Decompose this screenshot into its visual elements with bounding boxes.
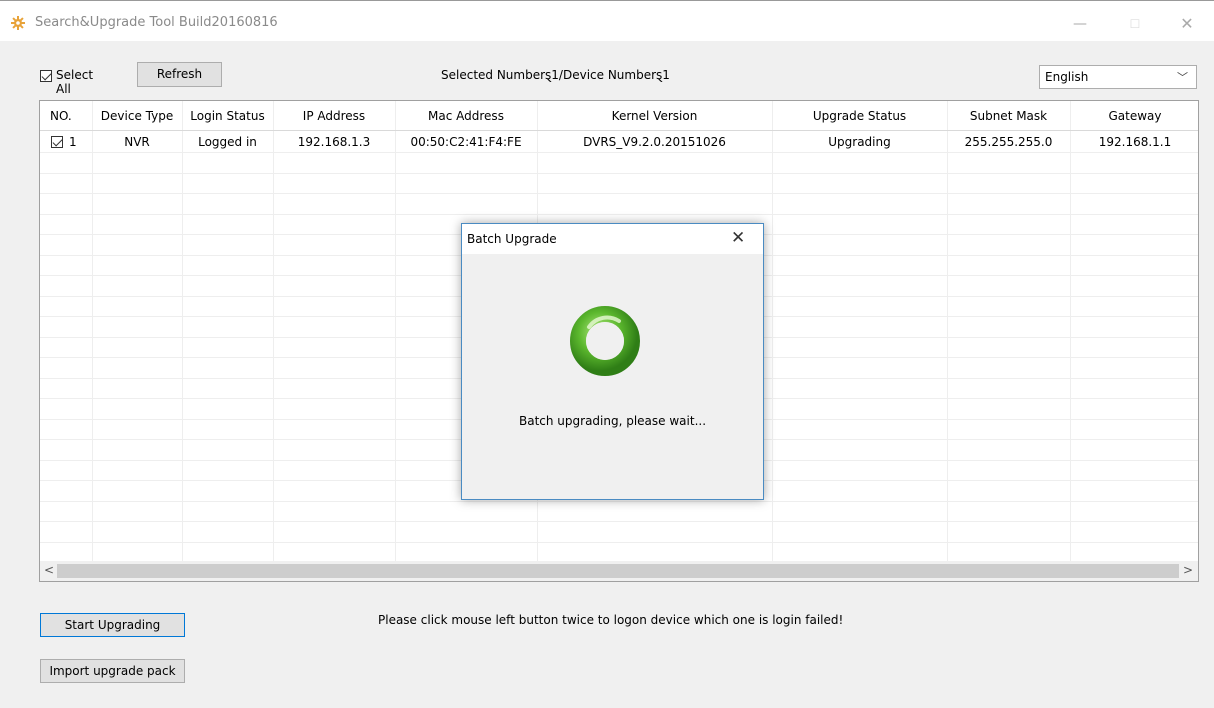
title-bar: Search&Upgrade Tool Build20160816 — ☐ ✕	[0, 0, 1214, 41]
loading-spinner-icon	[567, 303, 643, 379]
window-title: Search&Upgrade Tool Build20160816	[35, 15, 278, 30]
header-divider	[40, 130, 1198, 131]
import-upgrade-pack-button[interactable]: Import upgrade pack	[40, 659, 185, 683]
dialog-title-bar: Batch Upgrade ✕	[462, 224, 763, 254]
app-window: Search&Upgrade Tool Build20160816 — ☐ ✕ …	[0, 0, 1214, 708]
select-all-check-icon[interactable]	[40, 69, 52, 82]
column-divider	[273, 101, 274, 561]
header-kernel-version[interactable]: Kernel Version	[537, 109, 772, 123]
row-upgrade-status: Upgrading	[828, 135, 891, 149]
minimize-button[interactable]: —	[1063, 11, 1097, 37]
header-no[interactable]: NO.	[50, 109, 72, 123]
row-divider	[40, 542, 1198, 543]
header-upgrade-status[interactable]: Upgrade Status	[772, 109, 947, 123]
horizontal-scrollbar[interactable]: < >	[40, 561, 1198, 581]
dialog-close-icon[interactable]: ✕	[731, 228, 745, 248]
scroll-left-icon[interactable]: <	[44, 563, 54, 577]
column-divider	[182, 101, 183, 561]
header-device-type[interactable]: Device Type	[92, 109, 182, 123]
selected-count-text: Selected Numberȿ1/Device Numberȿ1	[441, 68, 670, 82]
header-gateway[interactable]: Gateway	[1070, 109, 1198, 123]
header-ip-address[interactable]: IP Address	[273, 109, 395, 123]
row-login-status: Logged in	[198, 135, 257, 149]
refresh-button[interactable]: Refresh	[137, 62, 222, 87]
header-login-status[interactable]: Login Status	[182, 109, 273, 123]
column-divider	[772, 101, 773, 561]
batch-upgrade-dialog: Batch Upgrade ✕ Batch upgrading, please …	[461, 223, 764, 500]
row-checkbox[interactable]	[51, 136, 63, 148]
row-divider	[40, 152, 1198, 153]
dialog-message: Batch upgrading, please wait...	[518, 414, 707, 428]
column-divider	[395, 101, 396, 561]
row-no: 1	[69, 135, 77, 149]
scroll-right-icon[interactable]: >	[1183, 563, 1193, 577]
row-divider	[40, 521, 1198, 522]
start-upgrading-button[interactable]: Start Upgrading	[40, 613, 185, 637]
row-subnet-mask: 255.255.255.0	[964, 135, 1053, 149]
language-select[interactable]: English ﹀	[1039, 65, 1197, 89]
column-divider	[92, 101, 93, 561]
row-mac-address: 00:50:C2:41:F4:FE	[410, 135, 522, 149]
chevron-down-icon[interactable]: ﹀	[1177, 69, 1188, 85]
column-divider	[1070, 101, 1071, 561]
row-divider	[40, 501, 1198, 502]
header-subnet-mask[interactable]: Subnet Mask	[947, 109, 1070, 123]
row-device-type: NVR	[124, 135, 150, 149]
maximize-button[interactable]: ☐	[1118, 11, 1152, 37]
login-hint-text: Please click mouse left button twice to …	[378, 613, 844, 627]
app-gear-icon	[11, 16, 25, 30]
column-divider	[947, 101, 948, 561]
row-divider	[40, 193, 1198, 194]
row-ip-address: 192.168.1.3	[297, 135, 371, 149]
select-all-checkbox[interactable]: Select All	[40, 68, 93, 96]
select-all-label: Select All	[56, 68, 94, 96]
row-gateway: 192.168.1.1	[1098, 135, 1172, 149]
close-button[interactable]: ✕	[1170, 11, 1204, 37]
header-mac-address[interactable]: Mac Address	[395, 109, 537, 123]
row-divider	[40, 214, 1198, 215]
language-value: English	[1045, 70, 1089, 84]
row-kernel-version: DVRS_V9.2.0.20151026	[583, 135, 726, 149]
scrollbar-thumb[interactable]	[57, 564, 1179, 578]
dialog-title: Batch Upgrade	[467, 232, 557, 246]
row-divider	[40, 173, 1198, 174]
